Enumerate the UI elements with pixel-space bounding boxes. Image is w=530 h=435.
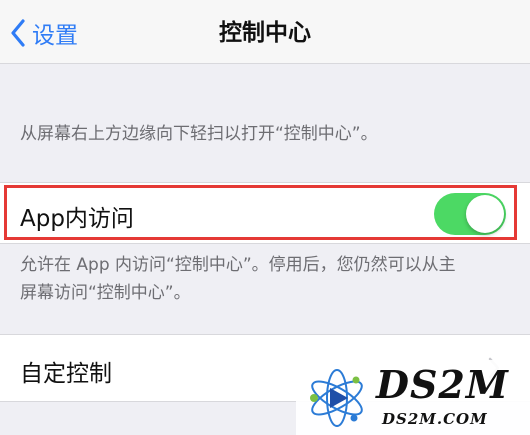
app-access-label: App内访问 (20, 206, 134, 232)
page-title: 控制中心 (219, 20, 311, 46)
control-center-settings-screen: 设置 控制中心 从屏幕右上方边缘向下轻扫以打开“控制中心”。 App内访问 允许… (0, 0, 530, 435)
app-access-description-line2: 屏幕访问“控制中心”。 (20, 283, 191, 303)
swipe-description: 从屏幕右上方边缘向下轻扫以打开“控制中心”。 (20, 124, 378, 144)
watermark-site: DS2M.COM (382, 410, 488, 428)
app-access-toggle[interactable] (434, 193, 506, 235)
watermark: DS2M DS2M.COM (296, 360, 530, 435)
app-access-description-line1: 允许在 App 内访问“控制中心”。停用后，您仍然可以从主 (20, 255, 456, 275)
navigation-bar: 设置 控制中心 (0, 0, 530, 64)
atom-logo-icon (304, 368, 370, 432)
watermark-brand: DS2M (376, 362, 509, 407)
toggle-knob (466, 195, 504, 233)
customize-controls-label: 自定控制 (20, 361, 112, 387)
app-access-description: 允许在 App 内访问“控制中心”。停用后，您仍然可以从主 屏幕访问“控制中心”… (20, 251, 510, 307)
app-access-row: App内访问 (0, 182, 530, 244)
